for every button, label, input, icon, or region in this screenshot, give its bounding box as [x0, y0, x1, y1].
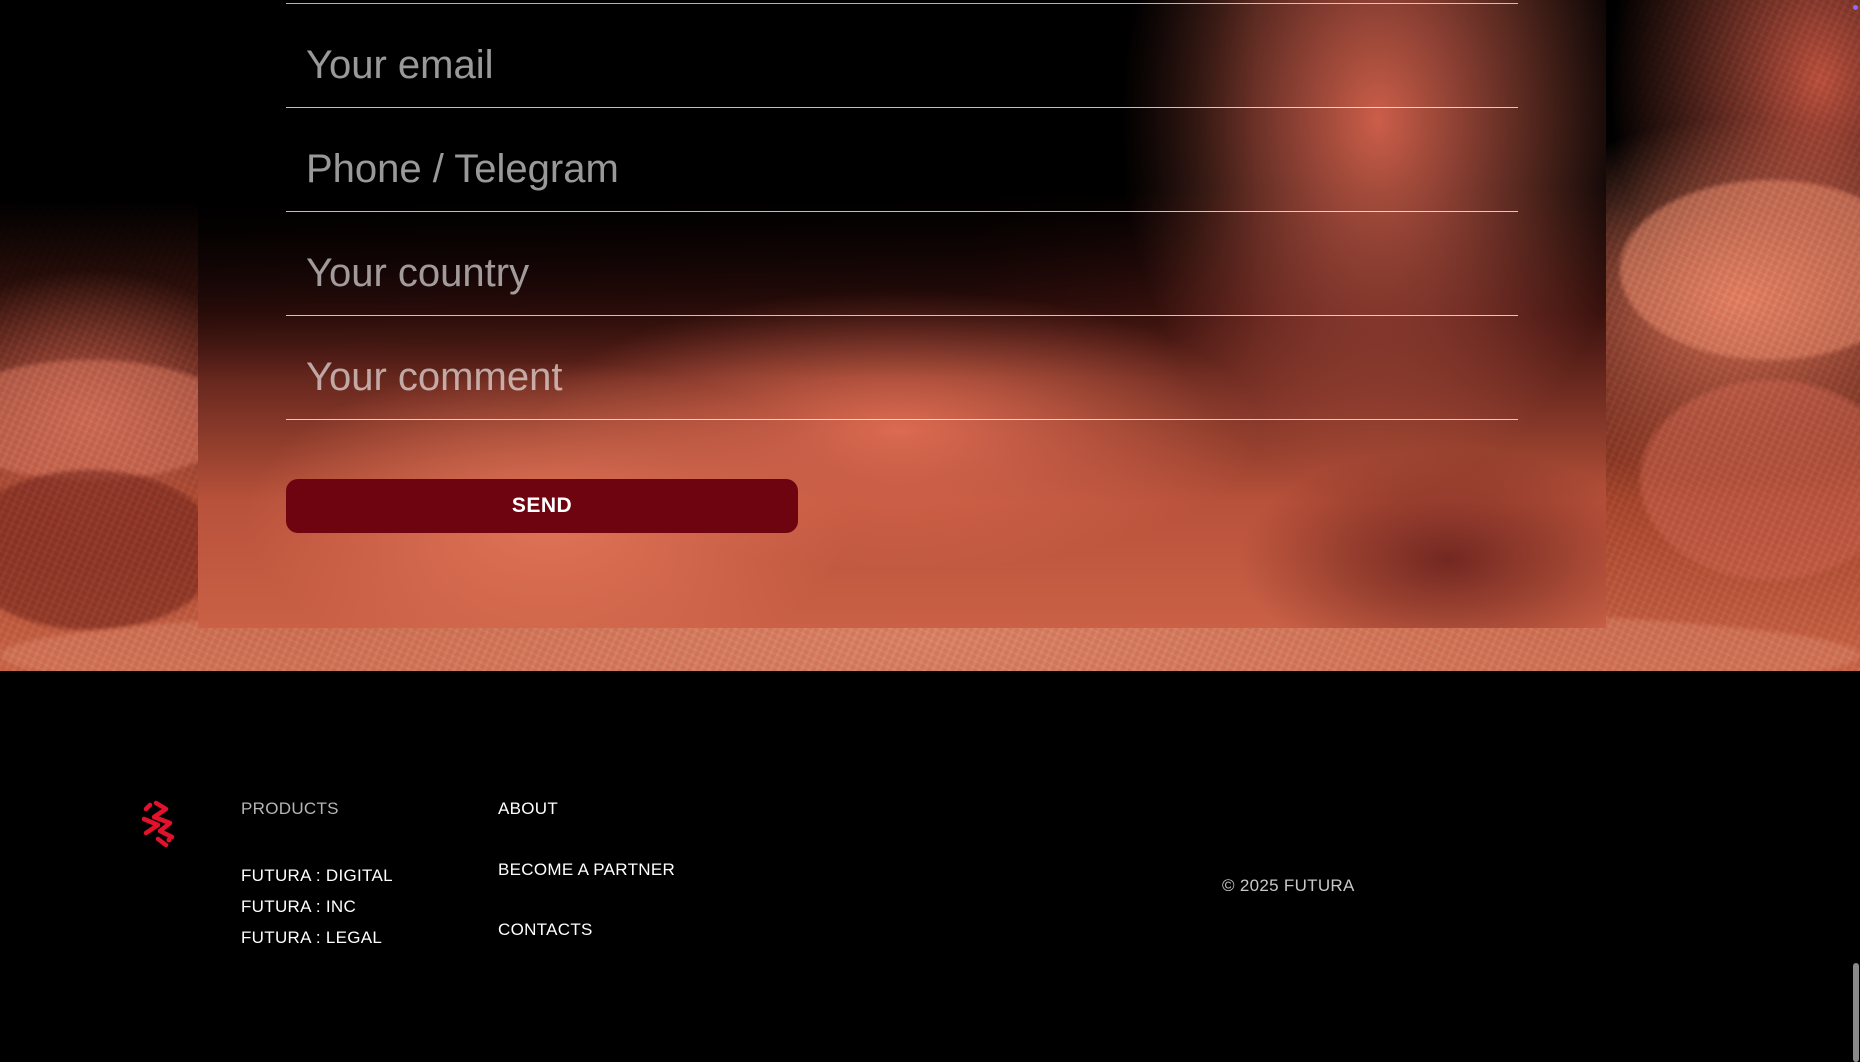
products-column: PRODUCTS FUTURA : DIGITAL FUTURA : INC F… [241, 799, 393, 953]
footer-link-futura-inc[interactable]: FUTURA : INC [241, 891, 393, 922]
footer: PRODUCTS FUTURA : DIGITAL FUTURA : INC F… [0, 671, 1860, 1062]
indicator-dot-icon [1853, 5, 1858, 10]
scrollbar-thumb[interactable] [1853, 963, 1859, 1062]
footer-link-contacts[interactable]: CONTACTS [498, 920, 675, 940]
about-column: ABOUT BECOME A PARTNER CONTACTS [498, 799, 675, 940]
footer-link-futura-digital[interactable]: FUTURA : DIGITAL [241, 860, 393, 891]
futura-logo-icon[interactable] [136, 799, 180, 851]
phone-field-row [286, 108, 1518, 212]
page: SEND PRODUCTS FUTURA : DIGITAL FUTURA : … [0, 0, 1860, 1062]
copyright-text: © 2025 FUTURA [1222, 876, 1355, 895]
footer-link-about[interactable]: ABOUT [498, 799, 675, 819]
email-field-row [286, 4, 1518, 108]
comment-field-row [286, 316, 1518, 420]
scrollbar-track[interactable] [1852, 0, 1860, 1062]
country-field-row [286, 212, 1518, 316]
footer-link-become-partner[interactable]: BECOME A PARTNER [498, 860, 675, 880]
contact-form [286, 0, 1518, 420]
footer-link-futura-legal[interactable]: FUTURA : LEGAL [241, 922, 393, 953]
email-field[interactable] [306, 41, 1498, 89]
send-button[interactable]: SEND [286, 479, 798, 533]
comment-field[interactable] [306, 353, 1498, 401]
phone-telegram-field[interactable] [306, 145, 1498, 193]
country-field[interactable] [306, 249, 1498, 297]
products-heading: PRODUCTS [241, 799, 339, 818]
